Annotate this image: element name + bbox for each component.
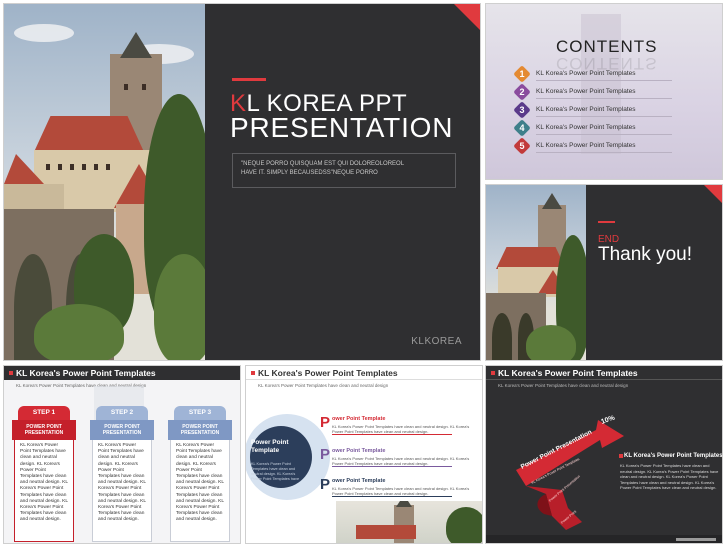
list-item: P ower Point Template KL Korea's Power P… — [320, 414, 470, 435]
title-line-2: PRESENTATION — [230, 112, 454, 143]
list-item: P ower Point Template KL Korea's Power P… — [320, 476, 470, 497]
ribbon-arrow-icon — [516, 420, 624, 486]
corner-accent — [704, 185, 722, 203]
slide-circle-list-thumbnail[interactable]: KL Korea's Power Point Templates KL Kore… — [245, 365, 483, 544]
slide-subtitle: KL Korea's Power Point Templates have cl… — [258, 383, 389, 388]
quote-line-1: "NEQUE PORRO QUISQUAM EST QUI DOLOREOLOR… — [241, 161, 405, 167]
ribbon-percent: 10% — [600, 414, 616, 426]
right-text: KL Korea's Power Point Templates have cl… — [620, 463, 719, 490]
accent-bar — [598, 221, 615, 223]
circle-text: KL Korea's Power Point Templates have cl… — [251, 462, 300, 481]
slide-header: KL Korea's Power Point Templates — [246, 366, 482, 380]
slide-footer — [486, 535, 722, 543]
contents-item: 1 KL Korea's Power Point Templates — [513, 65, 714, 83]
castle-photo — [486, 185, 586, 360]
circle-title: Power Point Template — [251, 439, 289, 454]
contents-item: 5 KL Korea's Power Point Templates — [513, 137, 714, 155]
castle-photo — [4, 4, 205, 360]
slide-steps-thumbnail[interactable]: KL Korea's Power Point Templates KL Kore… — [3, 365, 241, 544]
bullet-icon — [619, 454, 623, 458]
slide-subtitle: KL Korea's Power Point Templates have cl… — [498, 383, 629, 388]
thank-you-title: Thank you! — [598, 244, 692, 265]
accent-bar — [232, 78, 266, 81]
right-title: KL Korea's Power Point Templates — [624, 453, 723, 459]
slide-header: KL Korea's Power Point Templates — [4, 366, 240, 380]
contents-item: 3 KL Korea's Power Point Templates — [513, 101, 714, 119]
ribbon-graphic: Power Point Presentation 10% KL Korea's … — [516, 414, 624, 530]
slide-end-thumbnail[interactable]: END Thank you! — [485, 184, 723, 361]
quote-box: "NEQUE PORRO QUISQUAM EST QUI DOLOREOLOR… — [232, 153, 456, 188]
castle-photo — [336, 501, 482, 543]
list-item: P ower Point Template KL Korea's Power P… — [320, 446, 470, 467]
corner-accent — [454, 4, 480, 30]
contents-item: 2 KL Korea's Power Point Templates — [513, 83, 714, 101]
slide-ribbon-thumbnail[interactable]: KL Korea's Power Point Templates KL Kore… — [485, 365, 723, 544]
slide-header: KL Korea's Power Point Templates — [486, 366, 722, 380]
brand-label: KLKOREA — [411, 336, 462, 347]
slide-contents-thumbnail[interactable]: CONTENTS CONTENTS 1 KL Korea's Power Poi… — [485, 3, 723, 180]
contents-item: 4 KL Korea's Power Point Templates — [513, 119, 714, 137]
slide-title-thumbnail[interactable]: KL KOREA PPT PRESENTATION "NEQUE PORRO Q… — [3, 3, 481, 361]
ribbon-fold — [526, 486, 582, 530]
quote-line-2: HAVE IT. SIMPLY BECAUSEDSS"NEQUE PORRO — [241, 170, 378, 176]
